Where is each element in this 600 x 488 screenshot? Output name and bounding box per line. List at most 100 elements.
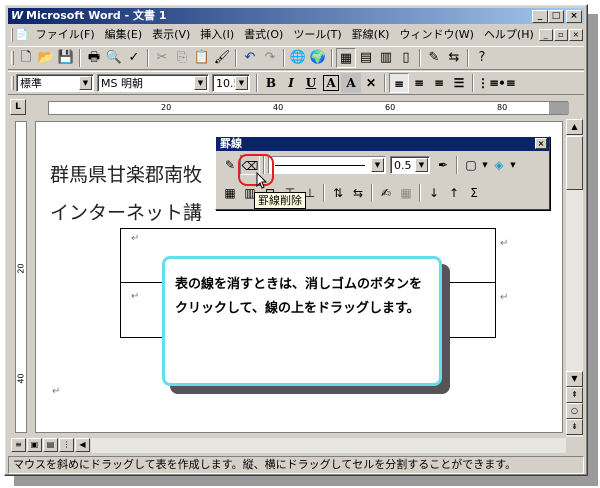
doc-restore-button[interactable]: ▫ <box>553 29 568 41</box>
spellcheck-icon[interactable]: ✓ <box>124 48 144 68</box>
open-folder-icon[interactable]: 📂 <box>36 48 56 68</box>
insert-table-icon[interactable]: ▦ <box>220 183 240 203</box>
insert-excel-icon[interactable]: ▥ <box>376 48 396 68</box>
menu-help[interactable]: ヘルプ(H) <box>479 27 539 43</box>
underline-button[interactable]: U <box>301 73 321 93</box>
columns-icon[interactable]: ▯ <box>396 48 416 68</box>
tables-borders-icon[interactable]: ▦ <box>336 48 356 68</box>
phonetic-guide-icon[interactable]: ✕ <box>361 73 381 93</box>
print-layout-button[interactable]: ▤ <box>43 438 58 452</box>
distribute-icon[interactable]: ☰ <box>449 73 469 93</box>
chevron-down-icon[interactable]: ▼ <box>415 158 428 172</box>
style-value: 標準 <box>20 77 42 90</box>
ruler-bar[interactable]: 20 40 60 80 <box>48 101 569 115</box>
redo-icon[interactable]: ↷ <box>260 48 280 68</box>
maximize-button[interactable]: □ <box>548 10 564 23</box>
browse-object-button[interactable]: ○ <box>566 403 583 419</box>
toolbar-grip[interactable] <box>11 76 14 90</box>
insert-table-icon[interactable]: ▤ <box>356 48 376 68</box>
normal-view-button[interactable]: ≡ <box>11 438 26 452</box>
menu-window[interactable]: ウィンドウ(W) <box>394 27 478 43</box>
italic-button[interactable]: I <box>281 73 301 93</box>
document-map-icon[interactable]: ⇆ <box>444 48 464 68</box>
next-page-button[interactable]: ⇟ <box>566 419 583 435</box>
table-autoformat-icon[interactable]: ✍ <box>376 183 396 203</box>
tab-selector-button[interactable]: L <box>10 99 26 115</box>
separator <box>147 49 149 67</box>
menu-format[interactable]: 書式(O) <box>239 27 288 43</box>
menu-view[interactable]: 表示(V) <box>147 27 195 43</box>
copy-icon[interactable]: ⎘ <box>172 48 192 68</box>
menu-tools[interactable]: ツール(T) <box>288 27 346 43</box>
chevron-down-icon[interactable]: ▼ <box>79 76 92 90</box>
line-style-select[interactable]: ▼ <box>268 156 386 174</box>
align-right-icon[interactable]: ≡ <box>429 73 449 93</box>
chevron-down-icon[interactable]: ▼ <box>235 76 248 90</box>
menu-file[interactable]: ファイル(F) <box>31 27 100 43</box>
scroll-down-button[interactable]: ▼ <box>566 371 583 387</box>
vertical-scrollbar[interactable]: ▲ ▼ ⇞ ○ ⇟ <box>566 119 583 437</box>
new-document-icon[interactable]: 🗋 <box>16 48 36 68</box>
font-select[interactable]: MS 明朝 ▼ <box>97 74 209 92</box>
autosum-icon[interactable]: Σ <box>464 183 484 203</box>
separator <box>235 49 237 67</box>
vertical-ruler-bar[interactable]: 20 40 <box>15 121 27 433</box>
align-justify-icon[interactable]: ≡ <box>389 73 409 93</box>
sort-descending-icon[interactable]: ↑ <box>444 183 464 203</box>
cut-icon[interactable]: ✂ <box>152 48 172 68</box>
close-button[interactable]: × <box>566 10 582 23</box>
scroll-up-button[interactable]: ▲ <box>566 119 583 135</box>
drawing-icon[interactable]: ✎ <box>424 48 444 68</box>
toolbar-title[interactable]: 罫線 × <box>216 137 549 151</box>
print-icon[interactable]: 🖶 <box>84 48 104 68</box>
font-size-select[interactable]: 10.5 ▼ <box>212 74 250 92</box>
previous-page-button[interactable]: ⇞ <box>566 387 583 403</box>
print-preview-icon[interactable]: 🔍 <box>104 48 124 68</box>
scroll-left-button[interactable]: ◀ <box>75 438 90 452</box>
doc-close-button[interactable]: × <box>568 29 583 41</box>
distribute-rows-icon[interactable]: ⇅ <box>328 183 348 203</box>
menu-table[interactable]: 罫線(K) <box>347 27 395 43</box>
chevron-down-icon[interactable]: ▼ <box>509 155 517 175</box>
document-icon[interactable]: 📄 <box>15 28 29 42</box>
table-grid-icon[interactable]: ▦ <box>396 183 416 203</box>
distribute-columns-icon[interactable]: ⇆ <box>348 183 368 203</box>
numbering-icon[interactable]: ⋮≡ <box>477 73 499 93</box>
sort-ascending-icon[interactable]: ↓ <box>424 183 444 203</box>
standard-toolbar: 🗋 📂 💾 🖶 🔍 ✓ ✂ ⎘ 📋 🖌 ↶ ↷ 🌐 🌍 ▦ ▤ ▥ ▯ ✎ ⇆ … <box>8 46 584 70</box>
doc-minimize-button[interactable]: _ <box>538 29 553 41</box>
format-painter-icon[interactable]: 🖌 <box>212 48 232 68</box>
align-center-icon[interactable]: ≡ <box>409 73 429 93</box>
chevron-down-icon[interactable]: ▼ <box>371 158 384 172</box>
outline-view-button[interactable]: ⋮ <box>59 438 74 452</box>
web-toolbar-icon[interactable]: 🌍 <box>308 48 328 68</box>
doc-line-1: 群馬県甘楽郡南牧 <box>50 164 203 186</box>
undo-icon[interactable]: ↶ <box>240 48 260 68</box>
save-icon[interactable]: 💾 <box>56 48 76 68</box>
shading-color-icon[interactable]: ◈ <box>489 155 509 175</box>
bold-button[interactable]: B <box>261 73 281 93</box>
menu-grip[interactable] <box>11 28 13 42</box>
paste-icon[interactable]: 📋 <box>192 48 212 68</box>
char-shading-button[interactable]: A <box>341 73 361 93</box>
line-weight-select[interactable]: 0.5 ▼ <box>390 156 430 174</box>
outside-border-icon[interactable]: ▢ <box>461 155 481 175</box>
horizontal-scroll-track[interactable] <box>91 437 566 453</box>
style-select[interactable]: 標準 ▼ <box>16 74 94 92</box>
scroll-thumb[interactable] <box>566 136 583 190</box>
menu-insert[interactable]: 挿入(I) <box>195 27 239 43</box>
char-border-button[interactable]: A <box>321 73 341 93</box>
draw-table-pencil-icon[interactable]: ✎ <box>220 155 240 175</box>
chevron-down-icon[interactable]: ▼ <box>481 155 489 175</box>
title-bar[interactable]: W Microsoft Word - 文書 1 _ □ × <box>8 8 584 24</box>
chevron-down-icon[interactable]: ▼ <box>194 76 207 90</box>
web-layout-button[interactable]: ▣ <box>27 438 42 452</box>
toolbar-grip[interactable] <box>11 51 14 65</box>
help-icon[interactable]: ? <box>472 48 492 68</box>
border-color-icon[interactable]: ✒ <box>433 155 453 175</box>
hyperlink-icon[interactable]: 🌐 <box>288 48 308 68</box>
close-icon[interactable]: × <box>535 138 547 149</box>
menu-edit[interactable]: 編集(E) <box>100 27 148 43</box>
bullets-icon[interactable]: •≡ <box>497 73 517 93</box>
minimize-button[interactable]: _ <box>532 10 548 23</box>
